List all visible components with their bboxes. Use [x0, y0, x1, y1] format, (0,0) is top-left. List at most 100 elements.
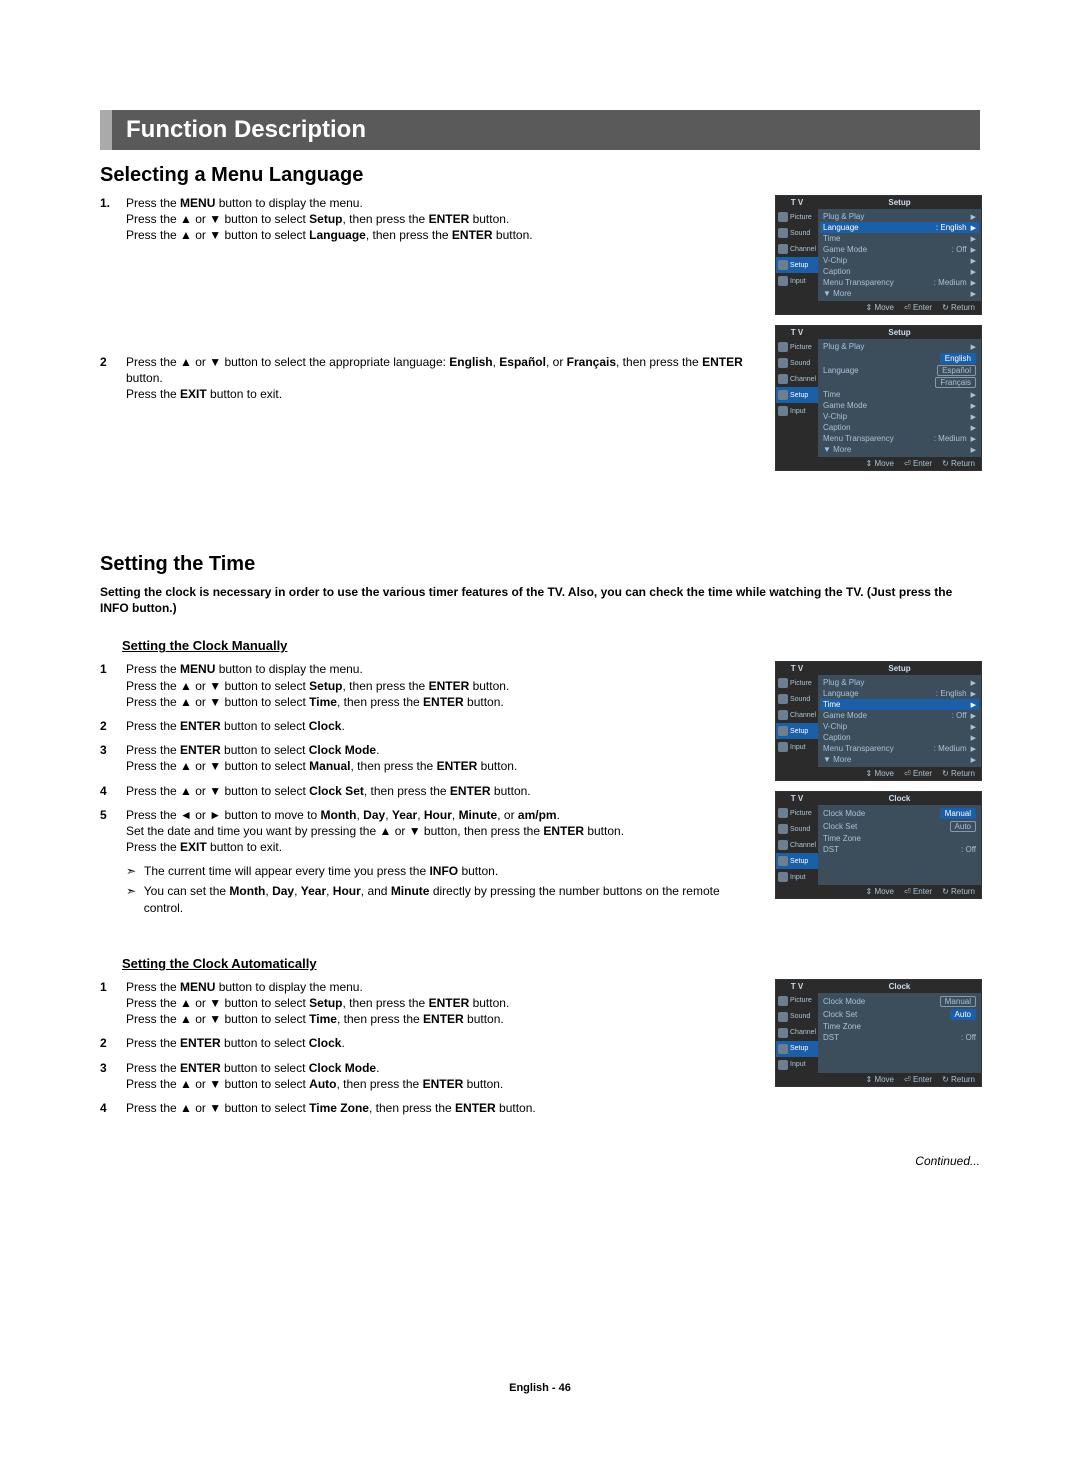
note-arrow-icon: ➣ [126, 863, 144, 879]
note-text: You can set the Month, Day, Year, Hour, … [144, 883, 755, 915]
osd-side-icon [778, 1012, 788, 1022]
osd-row-value: : Medium [934, 278, 967, 287]
osd-side-label: Setup [790, 858, 808, 865]
osd-title: Setup [818, 662, 981, 675]
osd-row-label: Time [823, 234, 840, 243]
osd-side-icon [778, 678, 788, 688]
osd-row-label: Language [823, 689, 859, 698]
instruction-step: 3 Press the ENTER button to select Clock… [100, 1060, 755, 1092]
osd-menu-row: Plug & Play ▶ [820, 677, 979, 688]
instruction-step: 3 Press the ENTER button to select Clock… [100, 742, 755, 774]
osd-side-item: Input [776, 739, 818, 755]
osd-tv-label: T V [776, 326, 818, 339]
osd-side-icon [778, 996, 788, 1006]
osd-row-value: : English [936, 689, 967, 698]
step-text: Press the ▲ or ▼ button to select the ap… [126, 354, 755, 403]
osd-side-item: Setup [776, 257, 818, 273]
osd-side-label: Picture [790, 344, 812, 351]
osd-side-icon [778, 358, 788, 368]
osd-row-label: Menu Transparency [823, 744, 894, 753]
step-text: Press the MENU button to display the men… [126, 979, 755, 1028]
osd-row-value: : Off [952, 245, 967, 254]
osd-side-item: Picture [776, 209, 818, 225]
osd-row-label: DST [823, 845, 839, 854]
osd-menu-row: Game Mode ▶ [820, 400, 979, 411]
osd-menu-row: ▼ More ▶ [820, 444, 979, 455]
osd-setup-language-options: T V Setup PictureSoundChannelSetupInput … [775, 325, 982, 471]
osd-footer: ⇕ Move ⏎ Enter ↻ Return [776, 767, 981, 780]
osd-row-label: Clock Mode [823, 997, 865, 1006]
osd-row-value: : Off [952, 711, 967, 720]
chevron-right-icon: ▶ [971, 235, 976, 243]
step-number: 3 [100, 1060, 126, 1092]
osd-side-icon [778, 856, 788, 866]
subheading-manual: Setting the Clock Manually [122, 638, 980, 653]
osd-side-icon [778, 374, 788, 384]
osd-side-label: Input [790, 1061, 806, 1068]
osd-foot-return: ↻ Return [942, 769, 975, 778]
step-number: 2 [100, 718, 126, 734]
osd-main: Plug & Play ▶ Language : English▶ Time ▶… [818, 675, 981, 767]
chevron-right-icon: ▶ [971, 745, 976, 753]
osd-row-label: ▼ More [823, 755, 851, 764]
text-column: 1 Press the MENU button to display the m… [100, 979, 755, 1124]
osd-side-item: Sound [776, 1009, 818, 1025]
osd-row-label: Plug & Play [823, 342, 864, 351]
osd-tv-label: T V [776, 792, 818, 805]
instruction-step: 2 Press the ENTER button to select Clock… [100, 1035, 755, 1051]
chevron-right-icon: ▶ [971, 723, 976, 731]
osd-foot-enter: ⏎ Enter [904, 769, 932, 778]
osd-side-label: Input [790, 278, 806, 285]
osd-menu-row: Clock SetAuto [820, 820, 979, 833]
osd-menu-row: ▼ More ▶ [820, 754, 979, 765]
instruction-step: 1. Press the MENU button to display the … [100, 195, 755, 244]
osd-side-label: Picture [790, 214, 812, 221]
osd-row-label: Language [823, 366, 859, 375]
chevron-right-icon: ▶ [971, 290, 976, 298]
osd-side-label: Sound [790, 230, 810, 237]
osd-footer: ⇕ Move ⏎ Enter ↻ Return [776, 301, 981, 314]
osd-menu-row: Time ▶ [820, 233, 979, 244]
osd-menu-row: Language : English ▶ [820, 688, 979, 699]
osd-side-label: Setup [790, 728, 808, 735]
osd-side-item: Input [776, 1057, 818, 1073]
step-text: Press the MENU button to display the men… [126, 195, 755, 244]
osd-side-item: Channel [776, 1025, 818, 1041]
osd-menu-row: Caption ▶ [820, 732, 979, 743]
osd-menu-row: Menu Transparency : Medium▶ [820, 743, 979, 754]
osd-body: PictureSoundChannelSetupInput Clock Mode… [776, 805, 981, 885]
osd-menu-row: Menu Transparency : Medium▶ [820, 277, 979, 288]
step-text: Press the ▲ or ▼ button to select Time Z… [126, 1100, 755, 1116]
chevron-right-icon: ▶ [971, 268, 976, 276]
screenshots-column: T V Setup PictureSoundChannelSetupInput … [775, 661, 980, 899]
osd-row-label: Caption [823, 423, 851, 432]
step-number: 4 [100, 1100, 126, 1116]
chevron-right-icon: ▶ [971, 279, 976, 287]
osd-side-label: Picture [790, 810, 812, 817]
osd-row-value: : Off [961, 1033, 976, 1042]
instruction-step: 5 Press the ◄ or ► button to move to Mon… [100, 807, 755, 856]
osd-side-label: Picture [790, 997, 812, 1004]
osd-row-label: V-Chip [823, 722, 847, 731]
step-number: 1 [100, 661, 126, 710]
osd-side-icon [778, 228, 788, 238]
chevron-right-icon: ▶ [971, 690, 976, 698]
osd-side-icon [778, 390, 788, 400]
osd-row-label: Caption [823, 733, 851, 742]
note-line: ➣ The current time will appear every tim… [126, 863, 755, 879]
osd-side-item: Picture [776, 339, 818, 355]
osd-side-label: Channel [790, 712, 816, 719]
osd-menu-row: Language EnglishEspañolFrançais [820, 352, 979, 389]
osd-side-icon [778, 1028, 788, 1038]
osd-side-icon [778, 260, 788, 270]
step-text: Press the MENU button to display the men… [126, 661, 755, 710]
osd-header: T V Setup [776, 196, 981, 209]
osd-side-icon [778, 808, 788, 818]
osd-side-item: Setup [776, 723, 818, 739]
osd-side-item: Setup [776, 387, 818, 403]
osd-row-label: Game Mode [823, 401, 867, 410]
chevron-right-icon: ▶ [971, 446, 976, 454]
osd-sidebar: PictureSoundChannelSetupInput [776, 675, 818, 767]
osd-row-label: Plug & Play [823, 212, 864, 221]
subheading-auto: Setting the Clock Automatically [122, 956, 980, 971]
